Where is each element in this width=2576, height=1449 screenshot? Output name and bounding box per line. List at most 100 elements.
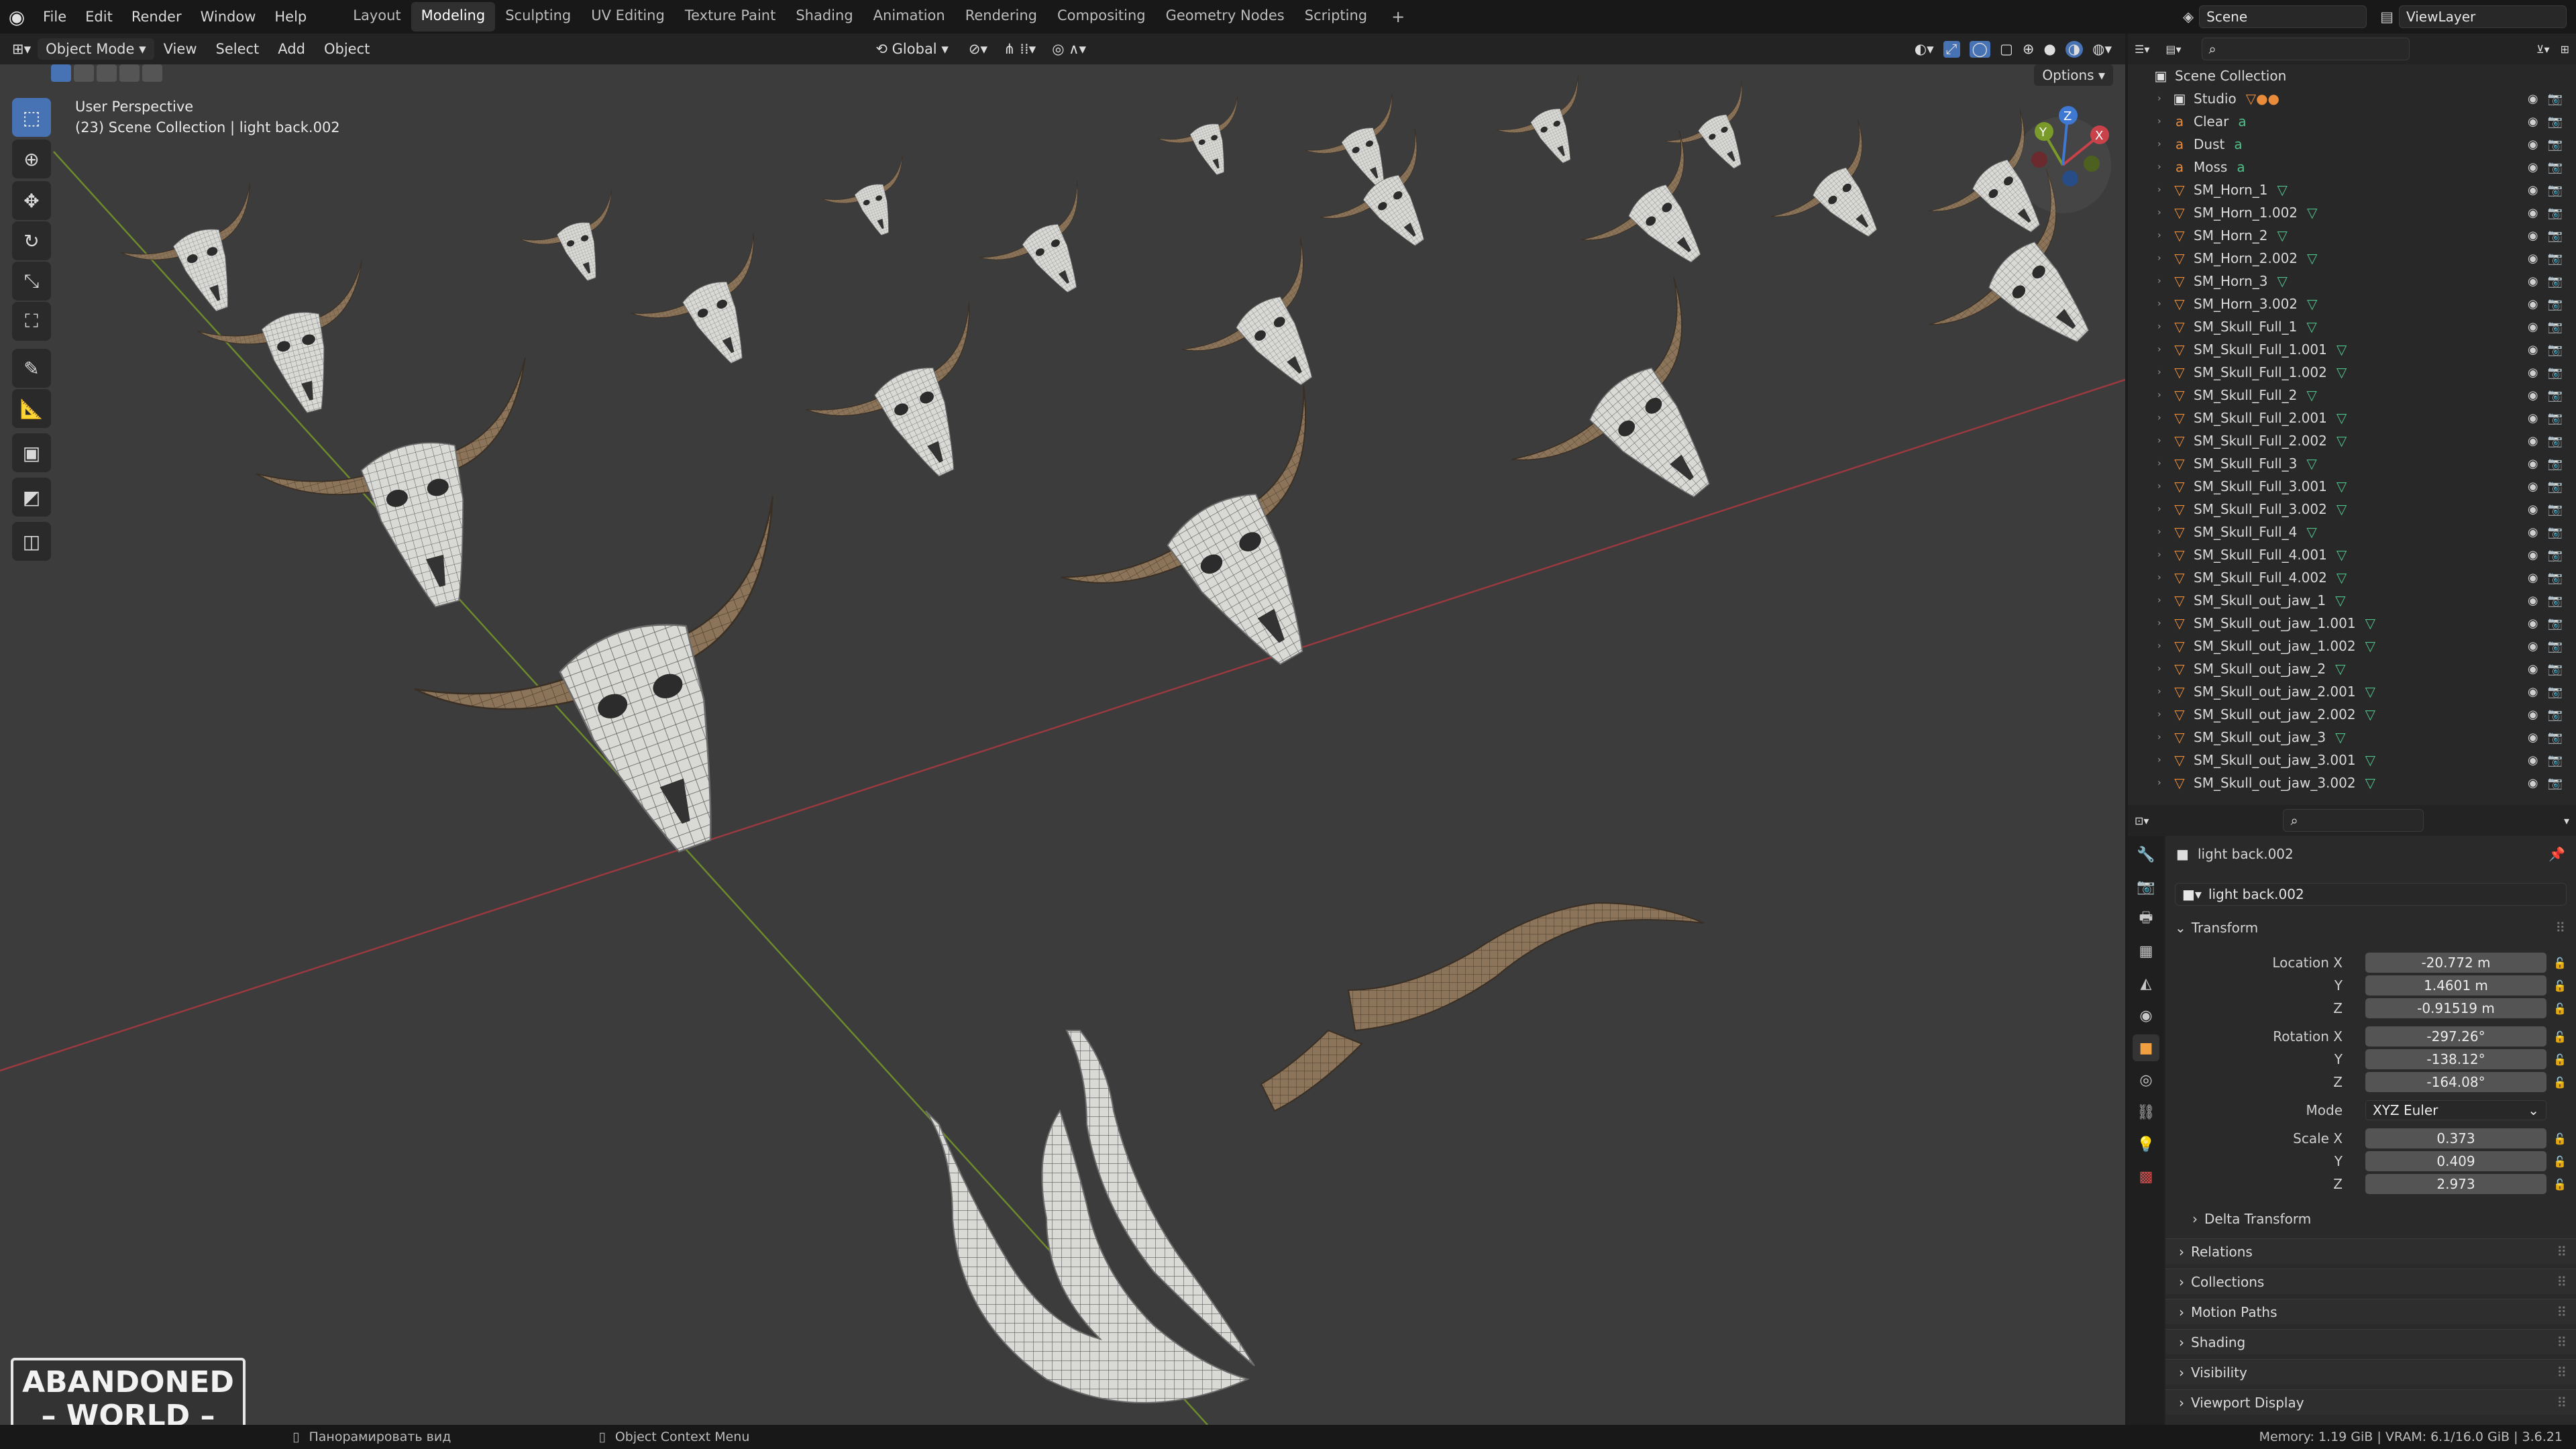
expand-arrow-icon[interactable]: ›: [2157, 207, 2171, 218]
select-subtract-icon[interactable]: [97, 64, 117, 82]
expand-arrow-icon[interactable]: ›: [2157, 777, 2171, 788]
expand-arrow-icon[interactable]: ›: [2157, 618, 2171, 629]
outliner-row[interactable]: › ▽ SM_Skull_out_jaw_2 ▽ ◉ 📷: [2128, 657, 2576, 680]
transform-header[interactable]: ⌄ Transform ⠿: [2165, 916, 2576, 939]
camera-icon[interactable]: 📷: [2548, 548, 2563, 562]
camera-icon[interactable]: 📷: [2548, 229, 2563, 243]
eye-icon[interactable]: ◉: [2528, 457, 2538, 471]
transform-tool-icon[interactable]: ⛶: [12, 302, 51, 341]
eye-icon[interactable]: ◉: [2528, 594, 2538, 608]
measure-tool-icon[interactable]: 📐: [12, 389, 51, 428]
eye-icon[interactable]: ◉: [2528, 502, 2538, 517]
eye-icon[interactable]: ◉: [2528, 411, 2538, 425]
camera-icon[interactable]: 📷: [2548, 252, 2563, 266]
menu-file[interactable]: File: [43, 9, 66, 25]
drag-handle-icon[interactable]: ⠿: [2557, 1244, 2567, 1260]
camera-icon[interactable]: 📷: [2548, 343, 2563, 357]
eye-icon[interactable]: ◉: [2528, 183, 2538, 197]
expand-arrow-icon[interactable]: ›: [2157, 641, 2171, 651]
scale-x-field[interactable]: 0.373: [2365, 1128, 2546, 1148]
eye-icon[interactable]: ◉: [2528, 206, 2538, 220]
expand-arrow-icon[interactable]: ›: [2157, 458, 2171, 469]
lock-icon[interactable]: 🔓: [2553, 1030, 2567, 1043]
move-tool-icon[interactable]: ✥: [12, 181, 51, 220]
outliner-row[interactable]: › ▽ SM_Skull_Full_4.002 ▽ ◉ 📷: [2128, 566, 2576, 589]
object-name[interactable]: light back.002: [2198, 846, 2294, 862]
outliner-row[interactable]: › ▽ SM_Skull_Full_2 ▽ ◉ 📷: [2128, 384, 2576, 407]
collections-panel[interactable]: › Collections ⠿: [2165, 1269, 2576, 1294]
expand-arrow-icon[interactable]: ›: [2157, 344, 2171, 355]
outliner-row[interactable]: › ▽ SM_Skull_out_jaw_3.001 ▽ ◉ 📷: [2128, 749, 2576, 771]
pin-icon[interactable]: 📌: [2548, 846, 2565, 862]
skull-mesh[interactable]: [817, 155, 926, 250]
camera-icon[interactable]: 📷: [2548, 206, 2563, 220]
proportional-edit-icon[interactable]: ◎ ∧▾: [1052, 41, 1086, 57]
location-y-field[interactable]: 1.4601 m: [2365, 975, 2546, 996]
camera-icon[interactable]: 📷: [2548, 502, 2563, 517]
camera-icon[interactable]: 📷: [2548, 708, 2563, 722]
select-box-tool-icon[interactable]: ⬚: [12, 98, 51, 137]
skull-mesh[interactable]: [1152, 95, 1261, 190]
eye-icon[interactable]: ◉: [2528, 92, 2538, 106]
expand-arrow-icon[interactable]: ›: [2157, 184, 2171, 195]
rendered-shading-icon[interactable]: ◍▾: [2092, 41, 2112, 58]
snap-icon[interactable]: ⋔ ⁞⁞▾: [1004, 41, 1036, 57]
expand-arrow-icon[interactable]: ›: [2157, 299, 2171, 309]
expand-arrow-icon[interactable]: ›: [2157, 709, 2171, 720]
output-tab-icon[interactable]: 🖶: [2133, 906, 2159, 932]
editor-type-icon[interactable]: ⊞▾: [12, 41, 31, 57]
lock-icon[interactable]: 🔓: [2553, 979, 2567, 992]
expand-arrow-icon[interactable]: ›: [2157, 367, 2171, 378]
skull-mesh[interactable]: [793, 302, 1031, 516]
xray-icon[interactable]: ▢: [2000, 41, 2013, 58]
expand-arrow-icon[interactable]: ›: [2157, 504, 2171, 515]
eye-icon[interactable]: ◉: [2528, 229, 2538, 243]
outliner-row[interactable]: › ▽ SM_Skull_out_jaw_1 ▽ ◉ 📷: [2128, 589, 2576, 612]
tab-modeling[interactable]: Modeling: [411, 2, 496, 32]
datablock-field[interactable]: ■▾ light back.002: [2175, 883, 2567, 906]
lock-icon[interactable]: 🔓: [2553, 1002, 2567, 1015]
expand-arrow-icon[interactable]: ›: [2157, 527, 2171, 537]
location-z-field[interactable]: -0.91519 m: [2365, 998, 2546, 1018]
visibility-panel[interactable]: › Visibility ⠿: [2165, 1359, 2576, 1385]
outliner-row[interactable]: › ▽ SM_Skull_Full_4 ▽ ◉ 📷: [2128, 521, 2576, 543]
outliner-row[interactable]: › ▽ SM_Skull_Full_3 ▽ ◉ 📷: [2128, 452, 2576, 475]
skull-mesh[interactable]: [393, 495, 877, 919]
camera-icon[interactable]: 📷: [2548, 388, 2563, 402]
camera-icon[interactable]: 📷: [2548, 685, 2563, 699]
menu-select[interactable]: Select: [216, 41, 260, 57]
material-shading-icon[interactable]: ◑: [2065, 40, 2084, 58]
eye-icon[interactable]: ◉: [2528, 616, 2538, 631]
outliner-row[interactable]: › ▽ SM_Skull_out_jaw_2.001 ▽ ◉ 📷: [2128, 680, 2576, 703]
menu-add[interactable]: Add: [278, 41, 305, 57]
view-layer-tab-icon[interactable]: ▦: [2133, 938, 2159, 965]
tab-uv-editing[interactable]: UV Editing: [581, 2, 675, 32]
eye-icon[interactable]: ◉: [2528, 571, 2538, 585]
location-x-field[interactable]: -20.772 m: [2365, 953, 2546, 973]
skull-mesh[interactable]: [622, 232, 800, 393]
overlay-toggle-icon[interactable]: ◯: [1969, 40, 1991, 58]
outliner-row[interactable]: › ▽ SM_Horn_2 ▽ ◉ 📷: [2128, 224, 2576, 247]
mode-dropdown[interactable]: Object Mode ▾: [38, 38, 154, 60]
expand-arrow-icon[interactable]: ›: [2157, 276, 2171, 286]
camera-icon[interactable]: 📷: [2548, 183, 2563, 197]
outliner-search[interactable]: ⌕: [2201, 38, 2410, 60]
delta-transform-header[interactable]: › Delta Transform: [2165, 1208, 2576, 1230]
eye-icon[interactable]: ◉: [2528, 708, 2538, 722]
eye-icon[interactable]: ◉: [2528, 685, 2538, 699]
expand-arrow-icon[interactable]: ›: [2157, 253, 2171, 264]
rotate-tool-icon[interactable]: ↻: [12, 221, 51, 260]
drag-handle-icon[interactable]: ⠿: [2557, 1274, 2567, 1290]
skull-mesh[interactable]: [1758, 119, 1921, 276]
outliner-row[interactable]: › ▽ SM_Skull_Full_1 ▽ ◉ 📷: [2128, 315, 2576, 338]
tab-rendering[interactable]: Rendering: [955, 2, 1047, 32]
lock-icon[interactable]: 🔓: [2553, 957, 2567, 969]
eye-icon[interactable]: ◉: [2528, 434, 2538, 448]
expand-arrow-icon[interactable]: ›: [2157, 686, 2171, 697]
camera-icon[interactable]: 📷: [2548, 457, 2563, 471]
outliner-editor-icon[interactable]: ☰▾: [2135, 43, 2149, 56]
3d-viewport[interactable]: X Y Z User Perspective (23) Scene Collec…: [0, 64, 2125, 1425]
outliner-row[interactable]: › a Dust a ◉ 📷: [2128, 133, 2576, 156]
drag-handle-icon[interactable]: ⠿: [2557, 1304, 2567, 1320]
eye-icon[interactable]: ◉: [2528, 388, 2538, 402]
